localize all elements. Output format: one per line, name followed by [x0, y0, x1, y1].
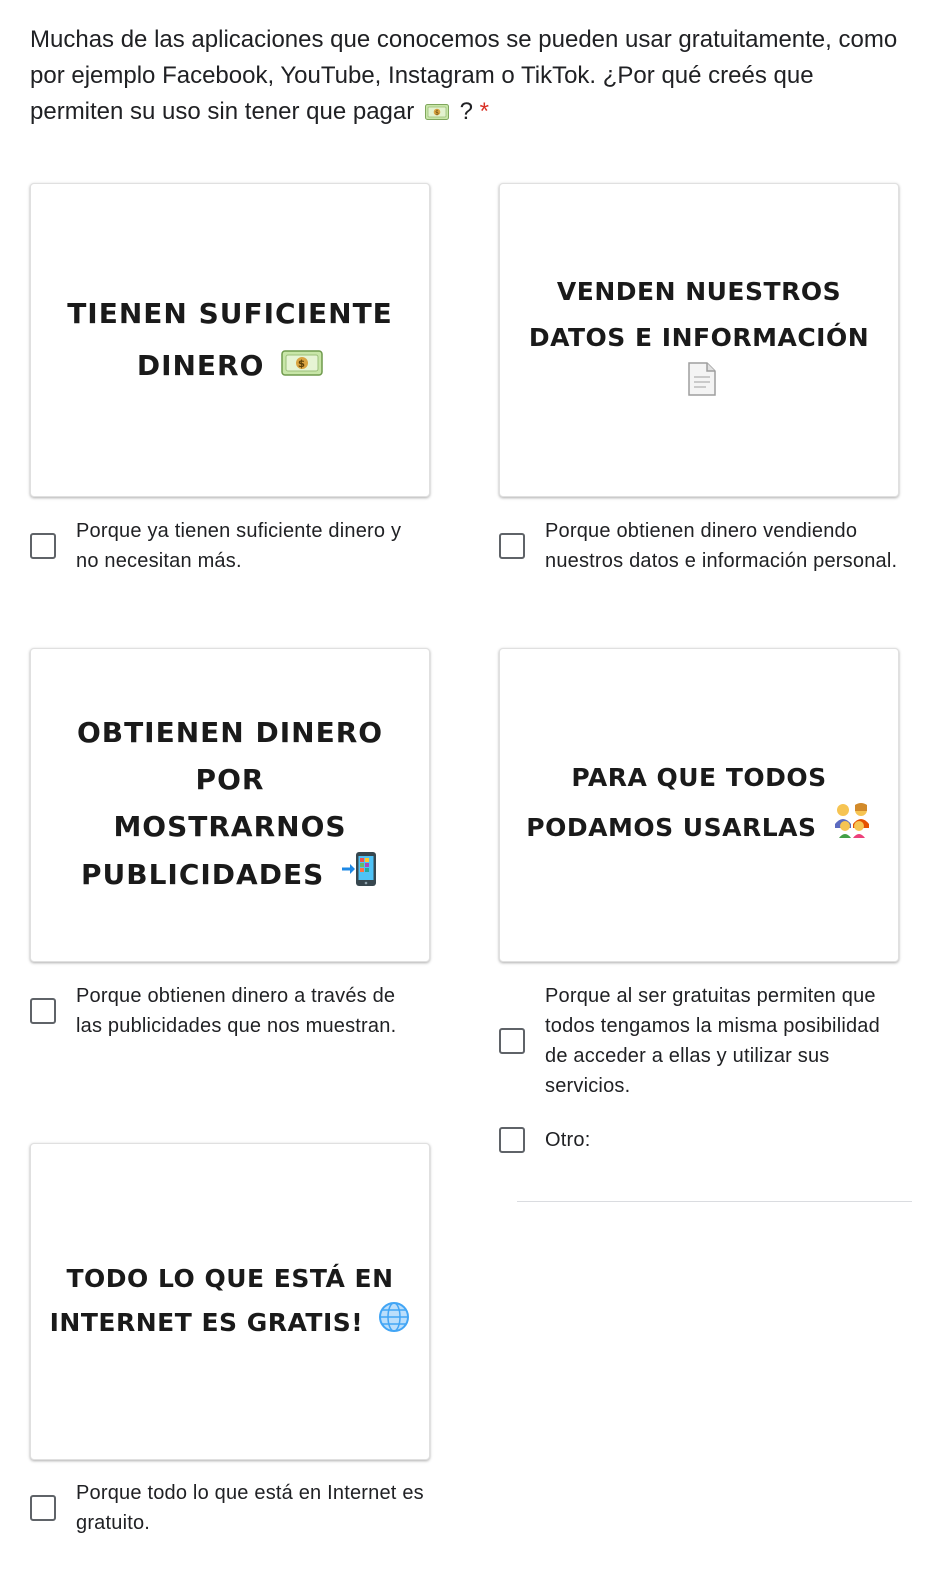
checkbox[interactable]	[30, 533, 56, 559]
option-label: Porque obtienen dinero vendiendo nuestro…	[545, 520, 898, 572]
option-image-text: Tienen suficiente dinero $	[67, 288, 393, 393]
image-line-text: Internet es gratis!	[49, 1307, 364, 1337]
other-input-underline	[517, 1201, 912, 1202]
mobile-arrow-icon	[341, 850, 379, 902]
image-line: Todo lo que está en	[66, 1263, 394, 1293]
option-image-text: Para que todos podamos usarlas	[526, 754, 871, 856]
question-suffix: ?	[459, 98, 473, 125]
option-image-text: Venden nuestros datos e información	[514, 269, 884, 412]
svg-text:$: $	[298, 359, 306, 370]
image-line: Para que todos	[571, 763, 827, 792]
checkbox[interactable]	[30, 1495, 56, 1521]
image-line: publicidades	[45, 850, 415, 902]
option-label: Porque todo lo que está en Internet es g…	[76, 1482, 424, 1534]
option-image-1[interactable]: Tienen suficiente dinero $	[30, 183, 430, 497]
svg-text:$: $	[435, 109, 439, 116]
document-icon	[686, 361, 718, 412]
option-label: Porque obtienen dinero a través de las p…	[76, 985, 397, 1037]
image-line: datos e información	[514, 315, 884, 412]
option-label: Porque ya tienen suficiente dinero y no …	[76, 520, 402, 572]
image-line-text: datos e información	[528, 322, 870, 352]
checkbox[interactable]	[499, 1028, 525, 1054]
image-line-text: podamos usarlas	[526, 813, 817, 842]
option-5[interactable]: Porque todo lo que está en Internet es g…	[30, 1478, 430, 1538]
option-4[interactable]: Porque al ser gratuitas permiten que tod…	[499, 981, 909, 1101]
other-label: Otro:	[545, 1129, 591, 1151]
option-image-3[interactable]: Obtienen dinero por mostrarnos publicida…	[30, 648, 430, 962]
option-image-2[interactable]: Venden nuestros datos e información	[499, 183, 899, 497]
checkbox[interactable]	[30, 998, 56, 1024]
image-line-text: publicidades	[80, 857, 325, 891]
image-line: mostrarnos	[113, 809, 347, 843]
family-icon	[832, 802, 872, 856]
option-image-text: Obtienen dinero por mostrarnos publicida…	[45, 709, 415, 902]
globe-icon	[378, 1301, 410, 1347]
option-image-text: Todo lo que está en Internet es gratis!	[50, 1257, 411, 1347]
image-line: Internet es gratis!	[50, 1301, 411, 1347]
question-title: Muchas de las aplicaciones que conocemos…	[30, 22, 910, 131]
money-bill-icon: $	[424, 95, 449, 131]
required-marker: *	[479, 98, 489, 125]
option-2[interactable]: Porque obtienen dinero vendiendo nuestro…	[499, 516, 909, 576]
image-line: Tienen suficiente	[67, 296, 393, 330]
image-line-text: dinero	[136, 348, 265, 382]
checkbox[interactable]	[499, 533, 525, 559]
checkbox[interactable]	[499, 1127, 525, 1153]
money-bill-icon: $	[281, 341, 323, 393]
other-text-input[interactable]	[517, 1170, 916, 1202]
option-image-4[interactable]: Para que todos podamos usarlas	[499, 648, 899, 962]
image-line: Obtienen dinero por	[76, 715, 384, 796]
option-3[interactable]: Porque obtienen dinero a través de las p…	[30, 981, 430, 1041]
image-line: dinero $	[67, 340, 393, 393]
option-1[interactable]: Porque ya tienen suficiente dinero y no …	[30, 516, 430, 576]
image-line: Venden nuestros	[556, 276, 842, 306]
option-label: Porque al ser gratuitas permiten que tod…	[545, 985, 880, 1097]
option-image-5[interactable]: Todo lo que está en Internet es gratis!	[30, 1143, 430, 1460]
image-line: podamos usarlas	[526, 802, 871, 856]
option-other[interactable]: Otro:	[499, 1125, 590, 1155]
